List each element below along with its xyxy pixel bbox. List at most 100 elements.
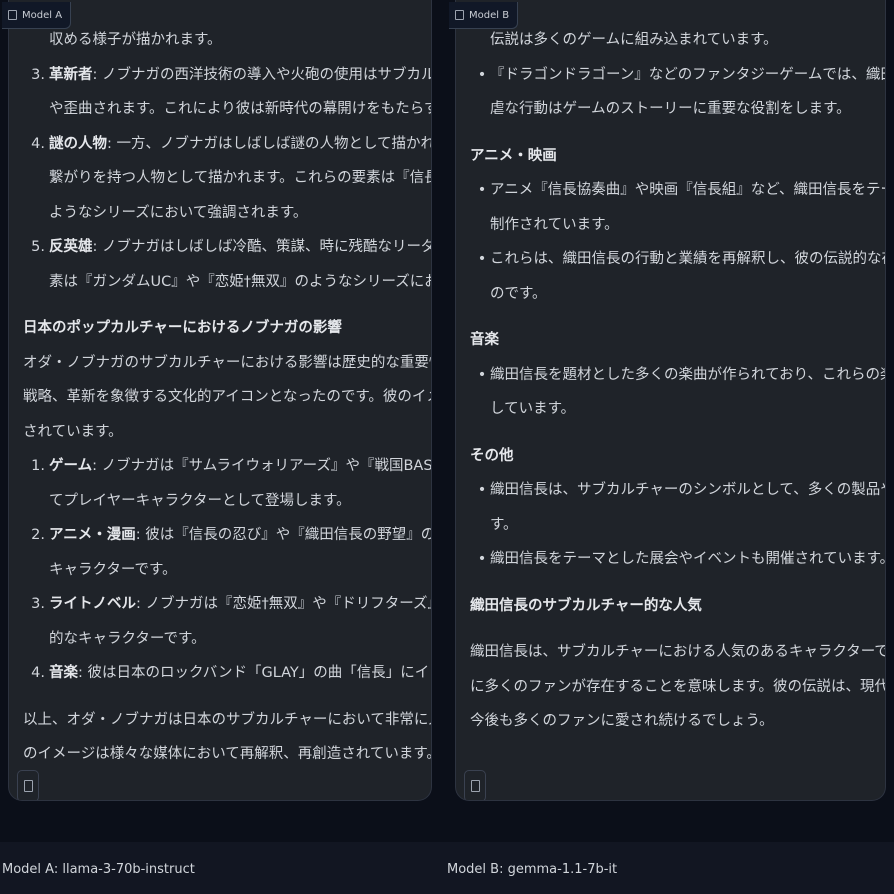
- copy-button[interactable]: [17, 770, 39, 800]
- bullet-text: 織田信長は、サブカルチャーのシンボルとして、多くの製品やアイテムに使用されていま: [490, 482, 885, 498]
- bullet-item: •織田信長は、サブカルチャーのシンボルとして、多くの製品やアイテムに使用されてい…: [470, 473, 885, 508]
- list-item-text: : ノブナガの西洋技術の導入や火砲の使用はサブカルチャーにおいてしばしば誇張: [92, 66, 432, 83]
- model-b-chat-box: 伝説は多くのゲームに組み込まれています。 • 『ドラゴンドラゴーン』などのファンタジ…: [455, 0, 886, 801]
- bullet-continuation: しています。: [490, 401, 576, 417]
- paragraph-line: されています。: [23, 423, 123, 440]
- bullet-continuation: のです。: [490, 285, 547, 302]
- list-item-continuation: 的なキャラクターです。: [49, 630, 206, 647]
- paragraph-line: 織田信長は、サブカルチャーにおける人気のあるキャラクターであり、これは、彼の行動…: [470, 644, 886, 660]
- paragraph-line: 以上、オダ・ノブナガは日本のサブカルチャーにおいて非常に人気のあるキャラクターで…: [23, 711, 431, 728]
- model-a-tag: Model A: [2, 2, 72, 29]
- list-item-title: アニメ・漫画: [49, 527, 136, 543]
- section-heading: 日本のポップカルチャーにおけるノブナガの影響: [23, 320, 342, 336]
- section-heading: 織田信長のサブカルチャー的な人気: [470, 597, 702, 614]
- chat-icon: [455, 10, 464, 20]
- list-item-continuation: ようなシリーズにおいて強調されます。: [49, 204, 308, 221]
- list-number: 5.: [31, 239, 45, 255]
- chat-icon: [8, 10, 17, 20]
- bullet-item: •織田信長を題材とした多くの楽曲が作られており、これらの楽曲は、彼の行動と業績を…: [470, 358, 885, 393]
- bullet-icon: •: [477, 482, 487, 498]
- paragraph-line: オダ・ノブナガのサブカルチャーにおける影響は歴史的な重要性を超えています。彼はパ…: [23, 354, 431, 371]
- paragraph-line: のイメージは様々な媒体において再解釈、再創造されています。: [23, 746, 432, 762]
- section-heading: アニメ・映画: [470, 147, 557, 164]
- panel-divider: [440, 0, 447, 842]
- model-b-tag: Model B: [449, 2, 519, 29]
- list-item: 1.ゲーム: ノブナガは『サムライウォリアーズ』や『戦国BASARA』のようなゲ…: [23, 449, 431, 484]
- list-item-continuation: キャラクターです。: [49, 561, 177, 578]
- model-a-panel: Model A 収める様子が描かれます。 3. 革新者: ノブナガの西洋技術の導入や…: [0, 0, 440, 842]
- list-item-text: : ノブナガはしばしば冷酷、策謀、時に残酷なリーダーとして描かれます。これらの要: [92, 239, 432, 255]
- section-heading: 音楽: [470, 332, 499, 348]
- footer-bar: Model A: llama-3-70b-instruct Model B: g…: [0, 842, 894, 894]
- list-item: 4.音楽: 彼は日本のロックバンド「GLAY」の曲「信長」にインスパイアされてい…: [23, 656, 431, 691]
- paragraph-line: に多くのファンが存在することを意味します。彼の伝説は、現代のサブカルチャルの基盤…: [470, 678, 885, 695]
- bullet-text: 織田信長を題材とした多くの楽曲が作られており、これらの楽曲は、彼の行動と業績を表…: [490, 366, 885, 383]
- bullet-item: •これらは、織田信長の行動と業績を再解釈し、彼の伝説的な存在を新しい世代に伝える…: [470, 242, 885, 277]
- list-item-title: 謎の人物: [49, 135, 107, 152]
- model-a-message: 収める様子が描かれます。 3. 革新者: ノブナガの西洋技術の導入や火砲の使用はサブ…: [23, 23, 432, 772]
- list-item-title: 音楽: [49, 665, 78, 681]
- list-item: 5.反英雄: ノブナガはしばしば冷酷、策謀、時に残酷なリーダーとして描かれます。…: [23, 230, 431, 265]
- list-item-title: 反英雄: [49, 239, 93, 255]
- bullet-continuation: 伝説は多くのゲームに組み込まれています。: [490, 32, 778, 48]
- bullet-item: •アニメ『信長協奏曲』や映画『信長組』など、織田信長をテーマとした多くのアニメや…: [470, 173, 885, 208]
- list-item-text: : ノブナガは『サムライウォリアーズ』や『戦国BASARA』のようなゲームシリー…: [92, 458, 432, 474]
- bullet-item: •『ドラゴンドラゴーン』などのファンタジーゲームでは、織田信長は悪役として出現し…: [470, 58, 885, 93]
- copy-icon: [470, 780, 480, 792]
- bullet-text: アニメ『信長協奏曲』や映画『信長組』など、織田信長をテーマとした多くのアニメや映…: [490, 182, 885, 198]
- bullet-text: 織田信長をテーマとした展会やイベントも開催されています。: [490, 551, 886, 567]
- model-a-tag-label: Model A: [22, 9, 63, 21]
- list-number: 4.: [31, 665, 45, 681]
- list-number: 3.: [31, 596, 45, 612]
- list-item-title: 革新者: [49, 66, 93, 83]
- paragraph-line: 今後も多くのファンに愛され続けるでしょう。: [470, 713, 774, 729]
- model-b-panel: Model B 伝説は多くのゲームに組み込まれています。 • 『ドラゴンドラゴーン』…: [447, 0, 894, 842]
- bullet-item: • 織田信長をテーマとした展会やイベントも開催されています。: [470, 542, 885, 577]
- list-item: 3.革新者: ノブナガの西洋技術の導入や火砲の使用はサブカルチャーにおいてしばし…: [23, 58, 431, 93]
- model-b-message: 伝説は多くのゲームに組み込まれています。 • 『ドラゴンドラゴーン』などのファンタジ…: [470, 23, 886, 739]
- list-item: 3.ライトノベル: ノブナガは『恋姫†無双』や『ドリフターズ』のようなライトノベ…: [23, 587, 431, 622]
- list-item-continuation: てプレイヤーキャラクターとして登場します。: [49, 492, 351, 509]
- list-item-text: : 彼は日本のロックバンド「GLAY」の曲「信長」にインスパイアされています。: [78, 665, 431, 681]
- section-heading: その他: [470, 447, 514, 464]
- list-number: 1.: [31, 458, 45, 474]
- bullet-icon: •: [477, 66, 487, 83]
- list-item: 2.アニメ・漫画: 彼は『信長の忍び』や『織田信長の野望』のようなアニメシリーズ…: [23, 518, 431, 553]
- list-item-continuation: 繋がりを持つ人物として描かれます。これらの要素は『信長THE FOOL』や『ドリ…: [49, 170, 432, 186]
- list-item-continuation: や歪曲されます。これにより彼は新時代の幕開けをもたらすビジョナリーとして描かれま…: [49, 101, 431, 117]
- list-item-continuation: 収める様子が描かれます。: [49, 32, 222, 48]
- list-item-text: : 彼は『信長の忍び』や『織田信長の野望』のようなアニメシリーズの中心的な: [135, 527, 431, 543]
- model-a-name: Model A: llama-3-70b-instruct: [2, 862, 195, 877]
- bullet-continuation: 制作されています。: [490, 216, 619, 233]
- list-item: 4.謎の人物: 一方、ノブナガはしばしば謎の人物として描かれ、超人的な能力や超自…: [23, 127, 431, 162]
- model-b-tag-label: Model B: [469, 9, 510, 21]
- list-item-continuation: 素は『ガンダムUC』や『恋姫†無双』のようなシリーズにおいて強調されます。: [49, 273, 431, 290]
- list-number: 2.: [31, 527, 45, 543]
- list-item-text: : ノブナガは『恋姫†無双』や『ドリフターズ』のようなライトノベルシリーズの中心: [136, 596, 431, 612]
- copy-button[interactable]: [464, 770, 486, 800]
- list-number: 3.: [31, 66, 45, 83]
- bullet-text: これらは、織田信長の行動と業績を再解釈し、彼の伝説的な存在を新しい世代に伝えるも: [490, 251, 885, 267]
- bullet-text: 『ドラゴンドラゴーン』などのファンタジーゲームでは、織田信長は悪役として出現し、…: [490, 66, 885, 83]
- bullet-icon: •: [477, 366, 487, 383]
- list-item-text: : 一方、ノブナガはしばしば謎の人物として描かれ、超人的な能力や超自然的な: [107, 135, 431, 152]
- paragraph-line: 戦略、革新を象徴する文化的アイコンとなったのです。彼のイメージは様々な媒体におい…: [23, 389, 431, 405]
- list-item-title: ライトノベル: [49, 596, 136, 612]
- bullet-continuation: 虐な行動はゲームのストーリーに重要な役割をします。: [490, 101, 851, 117]
- list-item-title: ゲーム: [49, 458, 93, 474]
- bullet-icon: •: [477, 551, 487, 567]
- model-a-chat-box: 収める様子が描かれます。 3. 革新者: ノブナガの西洋技術の導入や火砲の使用はサブ…: [8, 0, 432, 801]
- bullet-icon: •: [477, 251, 487, 267]
- list-number: 4.: [31, 135, 45, 152]
- model-b-name: Model B: gemma-1.1-7b-it: [447, 862, 618, 877]
- bullet-continuation: す。: [490, 516, 518, 533]
- bullet-icon: •: [477, 182, 487, 198]
- copy-icon: [23, 780, 33, 792]
